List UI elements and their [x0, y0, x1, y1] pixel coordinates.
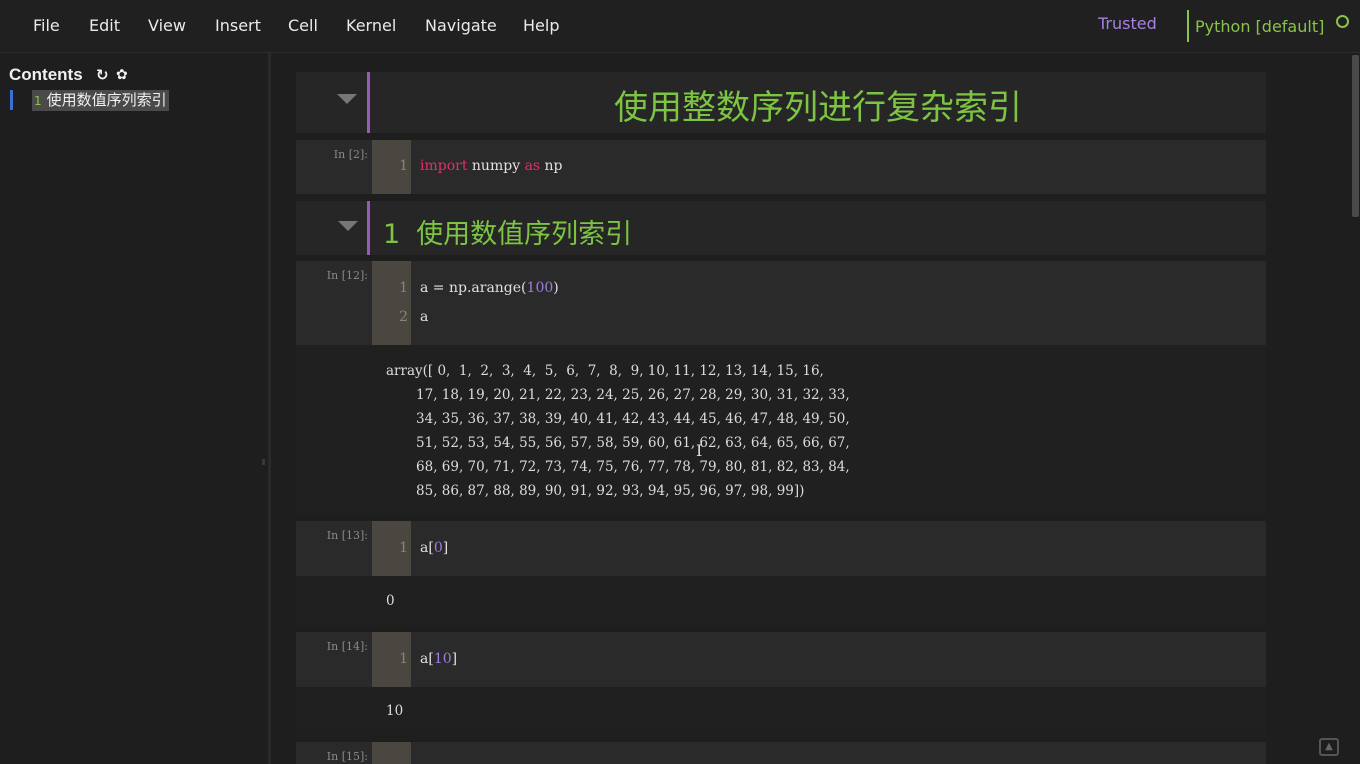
line-number: 1 [399, 651, 408, 667]
code-line[interactable]: a[10] [420, 651, 457, 667]
kernel-name[interactable]: Python [default] [1195, 17, 1324, 36]
output-line: 68, 69, 70, 71, 72, 73, 74, 75, 76, 77, … [386, 459, 850, 475]
toc-item-highlight: 1 使用数值序列索引 [32, 90, 169, 111]
output-line: 34, 35, 36, 37, 38, 39, 40, 41, 42, 43, … [386, 411, 850, 427]
code-text: ) [553, 280, 559, 296]
toc-item-label: 使用数值序列索引 [46, 91, 167, 109]
menu-kernel[interactable]: Kernel [346, 16, 396, 35]
code-cell-arange[interactable]: In [12]: 1 2 a = np.arange(100) a [296, 261, 1266, 345]
output-line: 85, 86, 87, 88, 89, 90, 91, 92, 93, 94, … [386, 483, 805, 499]
number-literal: 0 [433, 540, 443, 556]
toc-item[interactable]: 1 使用数值序列索引 [10, 90, 169, 111]
selection-bar [367, 201, 370, 255]
cell-prompt: In [14]: [326, 640, 368, 653]
keyword: as [524, 158, 541, 174]
code-cell-import[interactable]: In [2]: 1 import numpy as np [296, 140, 1266, 194]
collapse-arrow-icon[interactable] [337, 94, 357, 104]
menubar: File Edit View Insert Cell Kernel Naviga… [0, 0, 1360, 53]
output-text: array([ 0, 1, 2, 3, 4, 5, 6, 7, 8, 9, 10… [386, 359, 850, 503]
line-gutter: 1 2 [372, 261, 411, 345]
toc-title: Contents [9, 65, 83, 84]
output-text: 10 [386, 703, 404, 719]
code-line[interactable]: a[0] [420, 540, 448, 556]
code-text: a = np.arange( [420, 280, 527, 296]
code-line[interactable]: a [420, 309, 428, 325]
refresh-icon[interactable]: ↻ [96, 66, 109, 84]
line-number: 2 [399, 309, 408, 325]
heading-text: 使用数值序列索引 [416, 219, 633, 250]
line-number: 1 [399, 540, 408, 556]
circle-idle-icon [1336, 15, 1349, 28]
line-number: 1 [399, 280, 408, 296]
scrollbar-thumb[interactable] [1352, 55, 1359, 217]
code-text: a [420, 309, 429, 325]
code-text: a[ [420, 540, 434, 556]
output-text: 0 [386, 593, 395, 609]
menu-file[interactable]: File [33, 16, 60, 35]
keyword: import [420, 158, 468, 174]
kernel-separator [1187, 10, 1189, 42]
number-literal: 100 [526, 280, 554, 296]
notebook-title: 使用整数序列进行复杂索引 [614, 88, 1022, 128]
toc-sidebar: Contents ↻ ✿ 1 使用数值序列索引 ⦀ [0, 53, 271, 764]
output-area-a10: 10 [296, 687, 1266, 735]
text-cursor-icon: I [696, 441, 703, 460]
splitter-handle[interactable]: ⦀ [262, 458, 266, 468]
output-area-a0: 0 [296, 576, 1266, 626]
menu-edit[interactable]: Edit [89, 16, 120, 35]
menu-navigate[interactable]: Navigate [425, 16, 497, 35]
code-cell-a10[interactable]: In [14]: 1 a[10] [296, 632, 1266, 687]
number-literal: 10 [433, 651, 452, 667]
menu-insert[interactable]: Insert [215, 16, 261, 35]
code-line[interactable]: a = np.arange(100) [420, 280, 559, 296]
menu-cell[interactable]: Cell [288, 16, 318, 35]
cell-prompt: In [13]: [326, 529, 368, 542]
code-text: numpy [467, 158, 525, 174]
line-gutter [372, 742, 411, 764]
markdown-cell-heading[interactable]: 1 使用数值序列索引 [296, 201, 1266, 255]
line-gutter: 1 [372, 140, 411, 194]
cell-prompt: In [12]: [326, 269, 368, 282]
trusted-indicator[interactable]: Trusted [1098, 14, 1157, 33]
line-gutter: 1 [372, 521, 411, 576]
section-heading: 1 使用数值序列索引 [383, 212, 632, 251]
code-text: ] [451, 651, 458, 667]
markdown-cell-title[interactable]: 使用整数序列进行复杂索引 [296, 72, 1266, 133]
cell-prompt: In [15]: [326, 750, 368, 763]
line-gutter: 1 [372, 632, 411, 687]
code-line[interactable]: import numpy as np [420, 158, 563, 174]
cell-prompt: In [2]: [333, 148, 368, 161]
collapse-arrow-icon[interactable] [338, 221, 358, 231]
heading-number: 1 [383, 219, 401, 250]
gear-icon[interactable]: ✿ [116, 67, 128, 83]
output-line: 51, 52, 53, 54, 55, 56, 57, 58, 59, 60, … [386, 435, 850, 451]
output-line: array([ 0, 1, 2, 3, 4, 5, 6, 7, 8, 9, 10… [386, 363, 824, 379]
output-area-arange: array([ 0, 1, 2, 3, 4, 5, 6, 7, 8, 9, 10… [296, 345, 1266, 514]
code-text: ] [442, 540, 449, 556]
toc-item-number: 1 [34, 94, 42, 108]
menu-view[interactable]: View [148, 16, 186, 35]
scroll-to-top-icon[interactable]: ▲ [1319, 738, 1339, 756]
code-text: a[ [420, 651, 434, 667]
code-text: np [540, 158, 563, 174]
code-cell-partial[interactable]: In [15]: [296, 742, 1266, 764]
line-number: 1 [399, 158, 408, 174]
menu-help[interactable]: Help [523, 16, 559, 35]
output-line: 17, 18, 19, 20, 21, 22, 23, 24, 25, 26, … [386, 387, 850, 403]
code-cell-a0[interactable]: In [13]: 1 a[0] [296, 521, 1266, 576]
